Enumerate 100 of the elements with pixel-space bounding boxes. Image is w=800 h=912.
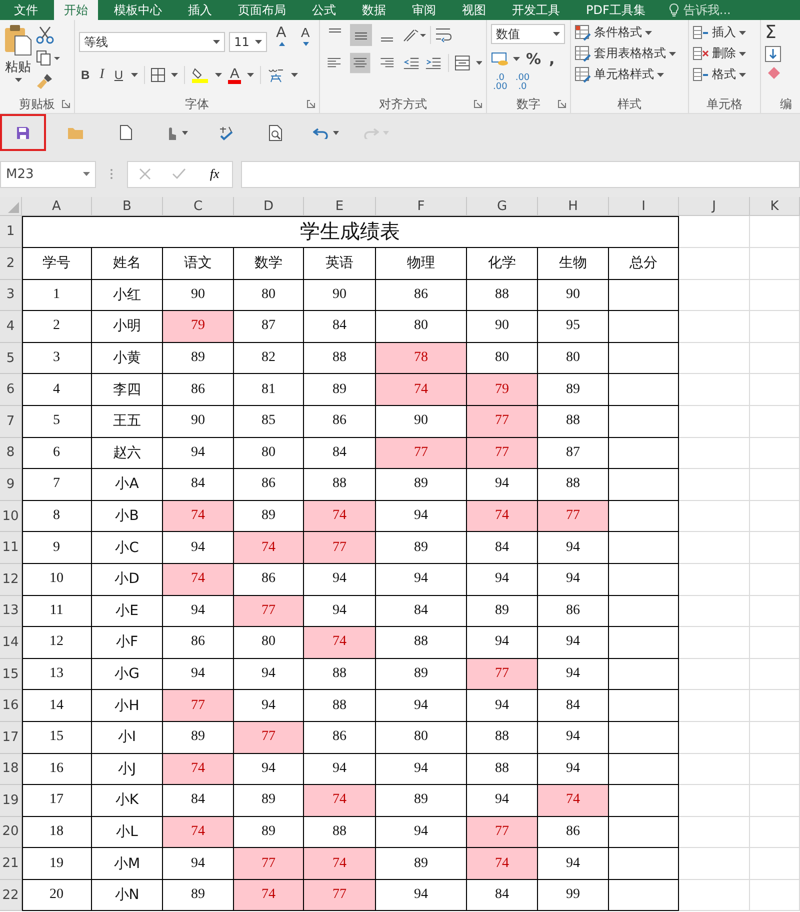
decrease-indent-icon[interactable] [402,55,420,71]
row-header[interactable]: 8 [0,438,22,470]
caret-icon[interactable] [215,73,222,77]
launcher-icon[interactable] [307,100,315,108]
table-cell: 王五 [92,406,163,438]
caret-icon[interactable] [247,73,254,77]
column-header[interactable]: C [163,197,234,216]
row-header[interactable]: 5 [0,342,22,374]
grow-font-button[interactable]: A [270,24,292,60]
phonetic-guide-icon[interactable] [267,67,286,83]
ribbon-tab[interactable]: 开始 [54,0,98,20]
ribbon-tab[interactable]: PDF工具集 [576,0,656,20]
row-header[interactable]: 10 [0,500,22,532]
launcher-icon[interactable] [62,100,70,108]
copy-icon[interactable] [36,50,60,66]
launcher-icon[interactable] [558,100,566,108]
row-header[interactable]: 16 [0,690,22,722]
comma-button[interactable]: , [547,50,557,68]
bold-button[interactable]: B [79,66,92,84]
row-header[interactable]: 11 [0,532,22,564]
column-header[interactable]: B [92,197,163,216]
row-header[interactable]: 4 [0,311,22,343]
paste-button[interactable]: 粘贴 [4,24,32,95]
cells-menu-button[interactable]: 格式 [693,66,756,83]
fill-color-icon[interactable] [191,67,210,83]
ribbon-tab[interactable]: 页面布局 [228,0,296,20]
row-header[interactable]: 18 [0,754,22,786]
column-header[interactable]: F [376,197,467,216]
insert-function-button[interactable]: fx [208,166,222,182]
caret-icon[interactable] [131,73,138,77]
italic-button[interactable]: I [98,66,106,84]
autosum-button[interactable]: Σ [765,24,800,42]
row-header[interactable]: 12 [0,564,22,596]
borders-icon[interactable] [151,68,166,82]
column-header[interactable]: E [304,197,376,216]
number-format-field[interactable]: 数值 [491,24,565,44]
column-header[interactable]: K [750,197,800,216]
increase-decimal-button[interactable]: .0 .00 [491,74,510,92]
scissors-icon[interactable] [36,26,54,44]
underline-button[interactable]: U [112,66,126,84]
brush-icon[interactable] [36,72,54,90]
horizontal-align-icon[interactable] [350,52,370,74]
ribbon-tab[interactable]: 视图 [452,0,496,20]
row-header[interactable]: 1 [0,216,22,248]
row-header[interactable]: 6 [0,374,22,406]
percent-button[interactable]: % [524,50,544,68]
row-header[interactable]: 14 [0,627,22,659]
column-header[interactable]: J [679,197,750,216]
ribbon-tab[interactable]: 公式 [302,0,346,20]
cells-menu-button[interactable]: 删除 [693,45,756,62]
ribbon-tab[interactable]: 文件 [4,0,48,20]
formula-input[interactable] [241,160,800,188]
ribbon-tab[interactable]: 插入 [178,0,222,20]
currency-icon[interactable] [491,51,509,67]
row-header[interactable]: 19 [0,785,22,817]
caret-icon[interactable] [171,73,178,77]
vertical-align-icon[interactable] [350,24,372,46]
check-mark-icon[interactable] [172,168,186,180]
font-size-field[interactable]: 11 [229,32,267,52]
column-header[interactable]: A [22,197,92,216]
caret-icon[interactable] [476,61,482,65]
column-header[interactable]: G [467,197,538,216]
wrap-text-icon[interactable] [435,27,453,43]
ribbon-tab[interactable]: 审阅 [402,0,446,20]
ribbon-tab[interactable]: 数据 [352,0,396,20]
caret-icon[interactable] [513,57,520,61]
tell-me-field[interactable]: 告诉我... [683,2,731,18]
row-header[interactable]: 21 [0,848,22,880]
launcher-icon[interactable] [474,100,482,108]
save-button[interactable] [0,114,46,151]
increase-indent-icon[interactable] [425,55,442,71]
row-header[interactable]: 22 [0,880,22,912]
drag-handle-icon[interactable] [110,168,113,180]
name-box[interactable]: M23 [0,160,96,188]
row-header[interactable]: 7 [0,406,22,438]
cells-menu-button[interactable]: 插入 [693,24,756,41]
style-menu-button[interactable]: 套用表格格式 [575,45,684,62]
decrease-decimal-button[interactable]: .00 .0 [513,74,532,92]
style-menu-button[interactable]: 条件格式 [575,24,684,41]
column-header[interactable]: D [234,197,304,216]
row-header[interactable]: 15 [0,658,22,690]
column-header[interactable]: I [609,197,679,216]
font-name-field[interactable]: 等线 [79,32,226,52]
fill-down-icon[interactable] [765,46,781,62]
row-header[interactable]: 2 [0,248,22,280]
ribbon-tab[interactable]: 模板中心 [104,0,172,20]
table-cell: 94 [304,564,376,596]
style-menu-button[interactable]: 单元格样式 [575,66,684,83]
shrink-font-button[interactable]: A [296,24,315,60]
row-header[interactable]: 20 [0,816,22,848]
ribbon-tab[interactable]: 开发工具 [502,0,570,20]
column-header[interactable]: H [538,197,609,216]
merge-cells-icon[interactable] [454,55,470,71]
row-header[interactable]: 3 [0,280,22,312]
text-orientation-icon[interactable] [402,27,426,43]
font-color-button[interactable]: A [228,66,242,84]
row-header[interactable]: 13 [0,596,22,628]
caret-icon[interactable] [291,73,298,77]
row-header[interactable]: 17 [0,722,22,754]
row-header[interactable]: 9 [0,469,22,501]
